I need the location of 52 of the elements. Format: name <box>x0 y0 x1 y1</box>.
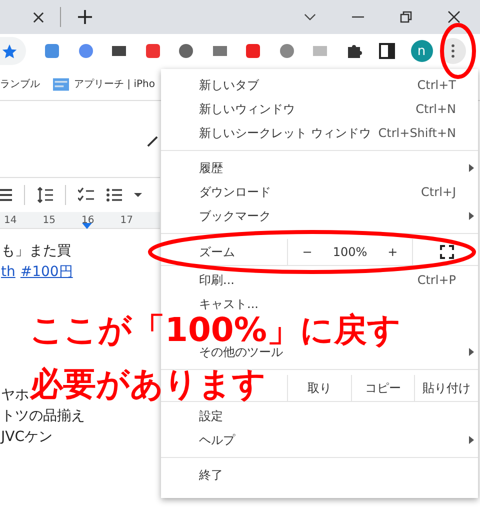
edit-button[interactable]: 取り <box>287 375 351 401</box>
document-text: JVCケン <box>1 429 52 445</box>
menu-item[interactable]: ダウンロード Ctrl+J <box>161 180 478 204</box>
menu-item[interactable]: 新しいシークレット ウィンドウ Ctrl+Shift+N <box>161 121 478 145</box>
ruler-number: 17 <box>120 214 133 226</box>
close-icon[interactable] <box>448 11 460 23</box>
annotation-text: ここが「100%」に戻す <box>30 313 401 347</box>
extension-icon[interactable] <box>243 41 263 61</box>
side-panel-icon[interactable] <box>377 41 397 61</box>
chevron-icon[interactable] <box>304 11 316 23</box>
checklist-icon[interactable] <box>78 187 94 203</box>
bulleted-list-icon[interactable] <box>106 187 122 203</box>
extension-icon[interactable] <box>176 41 196 61</box>
caret-icon[interactable] <box>134 193 142 197</box>
ruler-number: 14 <box>4 214 17 226</box>
edit-button[interactable]: コピー <box>350 375 414 401</box>
ruler-number: 16 <box>81 214 94 226</box>
align-icon[interactable] <box>0 187 12 203</box>
hashtag-link[interactable]: #100円 <box>20 262 73 283</box>
zoom-label: ズーム <box>198 244 236 260</box>
restore-icon[interactable] <box>400 11 412 23</box>
menu-item[interactable]: 設定 <box>161 404 478 428</box>
zoom-in-button[interactable]: + <box>380 245 406 259</box>
indent-marker-icon[interactable] <box>82 223 92 229</box>
hashtag-link[interactable]: th <box>1 262 16 283</box>
more-icon[interactable] <box>451 44 455 58</box>
pencil-icon[interactable] <box>147 136 158 147</box>
menu-item[interactable]: ヘルプ <box>161 428 478 452</box>
menu-item[interactable]: 印刷... Ctrl+P <box>161 268 478 292</box>
address-bar[interactable] <box>0 37 26 65</box>
ruler-number: 15 <box>42 214 56 226</box>
star-icon[interactable] <box>0 42 18 60</box>
bookmark-item[interactable]: アプリーチ | iPho <box>74 77 155 91</box>
menu-item[interactable]: 終了 <box>161 463 478 487</box>
menu-item[interactable]: 履歴 <box>161 156 478 180</box>
bookmark-item[interactable]: ランブル <box>0 77 40 91</box>
highlight-ellipse <box>440 23 476 79</box>
annotation-text: 必要があります <box>30 367 266 401</box>
zoom-out-button[interactable]: − <box>294 245 320 259</box>
zoom-level: 100% <box>332 245 368 259</box>
fullscreen-icon[interactable] <box>440 245 454 259</box>
menu-item[interactable]: 新しいウィンドウ Ctrl+N <box>161 97 478 121</box>
document-text: トツの品揃え <box>1 408 85 424</box>
plus-icon[interactable] <box>78 10 92 24</box>
close-icon[interactable] <box>33 12 44 22</box>
edit-button[interactable]: 貼り付け <box>414 375 478 401</box>
menu-item[interactable]: ブックマーク <box>161 204 478 228</box>
document-text: ヤホ <box>1 387 29 403</box>
document-text: も」また買 <box>1 243 71 259</box>
menu-item[interactable]: 新しいタブ Ctrl+T <box>161 73 478 97</box>
profile-avatar[interactable]: n <box>410 40 432 62</box>
line-spacing-icon[interactable] <box>37 187 53 203</box>
